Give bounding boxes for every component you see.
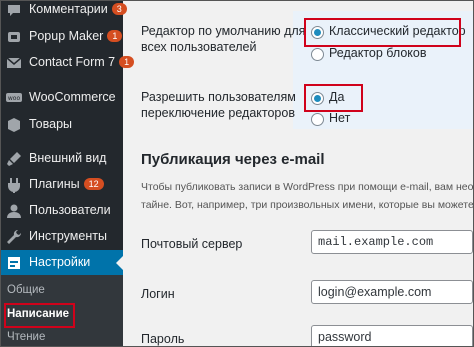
submenu-item-reading[interactable]: Чтение [7, 331, 45, 343]
sidebar-item-label: Инструменты [29, 229, 107, 243]
sidebar-item-label: Внешний вид [29, 151, 107, 165]
count-badge: 1 [107, 30, 123, 42]
sidebar-item-label: Комментарии [29, 2, 108, 16]
mail-icon [6, 57, 22, 68]
highlight-box-classic [304, 18, 461, 47]
password-label: Пароль [141, 332, 185, 346]
sidebar-item-tools[interactable]: Инструменты [1, 224, 123, 250]
login-label: Логин [141, 287, 175, 301]
sidebar-item-plugins[interactable]: Плагины 12 [1, 172, 123, 198]
email-description: Чтобы публиковать записи в WordPress при… [141, 181, 474, 211]
svg-text:woo: woo [8, 95, 21, 102]
login-input[interactable]: login@example.com [311, 280, 473, 304]
highlight-box-writing [4, 303, 75, 328]
radio-block-editor[interactable] [311, 48, 324, 61]
woo-icon: woo [6, 93, 22, 102]
mail-server-input[interactable]: mail.example.com [311, 230, 473, 254]
allow-switch-label: Разрешить пользователям переключение ред… [141, 90, 296, 120]
brush-icon [7, 152, 21, 166]
plugin-icon [8, 178, 20, 193]
sidebar-item-popup-maker[interactable]: Popup Maker 1 [1, 24, 123, 50]
products-icon [8, 118, 20, 132]
default-editor-label: Редактор по умолчанию для всех пользоват… [141, 24, 306, 54]
popup-icon [8, 32, 20, 42]
submenu-item-general[interactable]: Общие [7, 284, 45, 296]
tools-icon [7, 229, 22, 244]
wp-admin-frame: Комментарии 3 Popup Maker 1 Contact Form 7… [0, 0, 474, 347]
sidebar-item-contact-form[interactable]: Contact Form 71 [1, 50, 135, 76]
no-label[interactable]: Нет [329, 111, 350, 125]
sidebar-item-label: Contact Form 7 [29, 55, 116, 69]
sidebar-item-label: Товары [29, 117, 72, 131]
sidebar-item-users[interactable]: Пользователи [1, 198, 123, 224]
password-input[interactable]: password [311, 325, 473, 346]
email-section-title: Публикация через e-mail [141, 151, 325, 168]
sidebar-item-label: WooCommerce [29, 90, 116, 104]
count-badge: 12 [83, 178, 104, 190]
block-editor-label[interactable]: Редактор блоков [329, 46, 426, 60]
users-icon [7, 204, 21, 218]
sidebar-item-products[interactable]: Товары [1, 112, 123, 138]
sidebar-item-settings[interactable]: Настройки [1, 250, 123, 276]
sidebar-item-appearance[interactable]: Внешний вид [1, 146, 123, 172]
settings-main: Редактор по умолчанию для всех пользоват… [123, 1, 473, 346]
comment-icon [8, 5, 20, 16]
highlight-box-yes [304, 84, 363, 112]
settings-icon [8, 257, 20, 269]
sidebar-item-comments[interactable]: Комментарии 3 [1, 1, 127, 23]
sidebar-item-label: Настройки [29, 255, 91, 269]
sidebar-item-label: Плагины [29, 177, 80, 191]
sidebar-item-woocommerce[interactable]: woo WooCommerce [1, 85, 123, 111]
sidebar-item-label: Пользователи [29, 203, 111, 217]
radio-no[interactable] [311, 113, 324, 126]
admin-sidebar: Комментарии 3 Popup Maker 1 Contact Form 7… [1, 1, 135, 346]
mail-server-label: Почтовый сервер [141, 237, 243, 251]
sidebar-item-label: Popup Maker [29, 29, 104, 43]
